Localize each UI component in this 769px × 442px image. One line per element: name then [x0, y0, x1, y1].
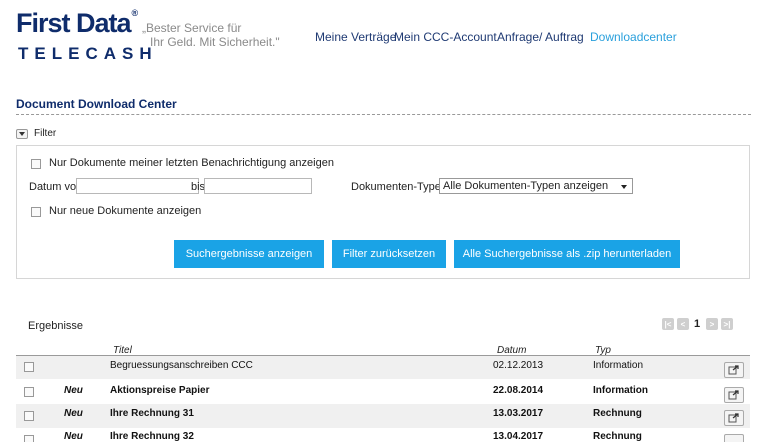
reset-filter-button[interactable]: Filter zurücksetzen — [332, 240, 446, 268]
logo-first-data[interactable]: First Data® — [16, 8, 138, 39]
row-new-badge: Neu — [64, 431, 83, 442]
external-link-icon[interactable] — [724, 410, 744, 426]
date-from-input[interactable] — [76, 178, 199, 194]
date-to-input[interactable] — [204, 178, 312, 194]
row-title[interactable]: Aktionspreise Papier — [110, 385, 209, 396]
row-new-badge: Neu — [64, 408, 83, 419]
external-link-icon[interactable] — [724, 387, 744, 403]
doc-types-label: Dokumenten-Typen — [351, 181, 447, 193]
row-checkbox[interactable] — [24, 435, 34, 442]
table-row[interactable]: Neu Ihre Rechnung 32 13.04.2017 Rechnung — [16, 428, 750, 442]
pager-next-icon[interactable]: > — [706, 318, 718, 330]
pager-first-icon[interactable]: |< — [662, 318, 674, 330]
date-from-label: Datum von — [29, 181, 83, 193]
slogan: „Bester Service für Ihr Geld. Mit Sicher… — [142, 21, 280, 49]
results-label: Ergebnisse — [28, 320, 84, 332]
row-new-badge: Neu — [64, 385, 83, 396]
logo-telecash: TELECASH — [18, 44, 158, 63]
external-link-glyph — [728, 365, 739, 375]
last-notification-checkbox[interactable] — [31, 159, 41, 169]
slogan-line-2: Ihr Geld. Mit Sicherheit." — [150, 35, 280, 49]
row-date: 13.03.2017 — [493, 408, 544, 419]
filter-toggle[interactable]: Filter — [16, 128, 56, 139]
download-zip-button[interactable]: Alle Suchergebnisse als .zip herunterlad… — [454, 240, 680, 268]
only-new-checkbox[interactable] — [31, 207, 41, 217]
nav-downloadcenter[interactable]: Downloadcenter — [590, 30, 677, 44]
row-title[interactable]: Begruessungsanschreiben CCC — [110, 360, 253, 371]
row-date: 22.08.2014 — [493, 385, 544, 396]
chevron-down-icon[interactable] — [16, 128, 28, 139]
filter-toggle-label: Filter — [34, 128, 57, 139]
doc-types-selected: Alle Dokumenten-Typen anzeigen — [443, 180, 609, 192]
dropdown-arrow-icon — [621, 185, 627, 189]
table-row[interactable]: Begruessungsanschreiben CCC 02.12.2013 I… — [16, 355, 750, 379]
pager-current[interactable]: 1 — [694, 318, 700, 330]
page-title: Document Download Center — [16, 97, 177, 111]
doc-types-select[interactable]: Alle Dokumenten-Typen anzeigen — [439, 178, 633, 194]
row-checkbox[interactable] — [24, 387, 34, 397]
nav-mein-ccc-account[interactable]: Mein CCC-Account — [394, 30, 497, 44]
row-checkbox[interactable] — [24, 411, 34, 421]
nav-anfrage-auftrag[interactable]: Anfrage/ Auftrag — [497, 30, 584, 44]
table-row[interactable]: Neu Aktionspreise Papier 22.08.2014 Info… — [16, 380, 750, 404]
external-link-glyph — [728, 413, 739, 423]
last-notification-label: Nur Dokumente meiner letzten Benachricht… — [49, 157, 334, 169]
row-type: Information — [593, 385, 648, 396]
row-title[interactable]: Ihre Rechnung 32 — [110, 431, 194, 442]
row-type: Information — [593, 360, 644, 371]
show-results-button[interactable]: Suchergebnisse anzeigen — [174, 240, 324, 268]
row-type: Rechnung — [593, 431, 642, 442]
pager-prev-icon[interactable]: < — [677, 318, 689, 330]
nav-meine-vertraege[interactable]: Meine Verträge — [315, 30, 396, 44]
row-title[interactable]: Ihre Rechnung 31 — [110, 408, 194, 419]
row-date: 02.12.2013 — [493, 360, 544, 371]
only-new-label: Nur neue Dokumente anzeigen — [49, 205, 202, 217]
pager-last-icon[interactable]: >| — [721, 318, 733, 330]
row-checkbox[interactable] — [24, 362, 34, 372]
date-to-label: bis — [191, 181, 206, 193]
title-divider — [16, 114, 751, 115]
table-row[interactable]: Neu Ihre Rechnung 31 13.03.2017 Rechnung — [16, 404, 750, 428]
external-link-icon[interactable] — [724, 434, 744, 442]
external-link-glyph — [728, 390, 739, 400]
row-type: Rechnung — [593, 408, 642, 419]
slogan-line-1: „Bester Service für — [142, 21, 242, 35]
external-link-icon[interactable] — [724, 362, 744, 378]
filter-panel: Nur Dokumente meiner letzten Benachricht… — [16, 145, 750, 279]
row-date: 13.04.2017 — [493, 431, 544, 442]
